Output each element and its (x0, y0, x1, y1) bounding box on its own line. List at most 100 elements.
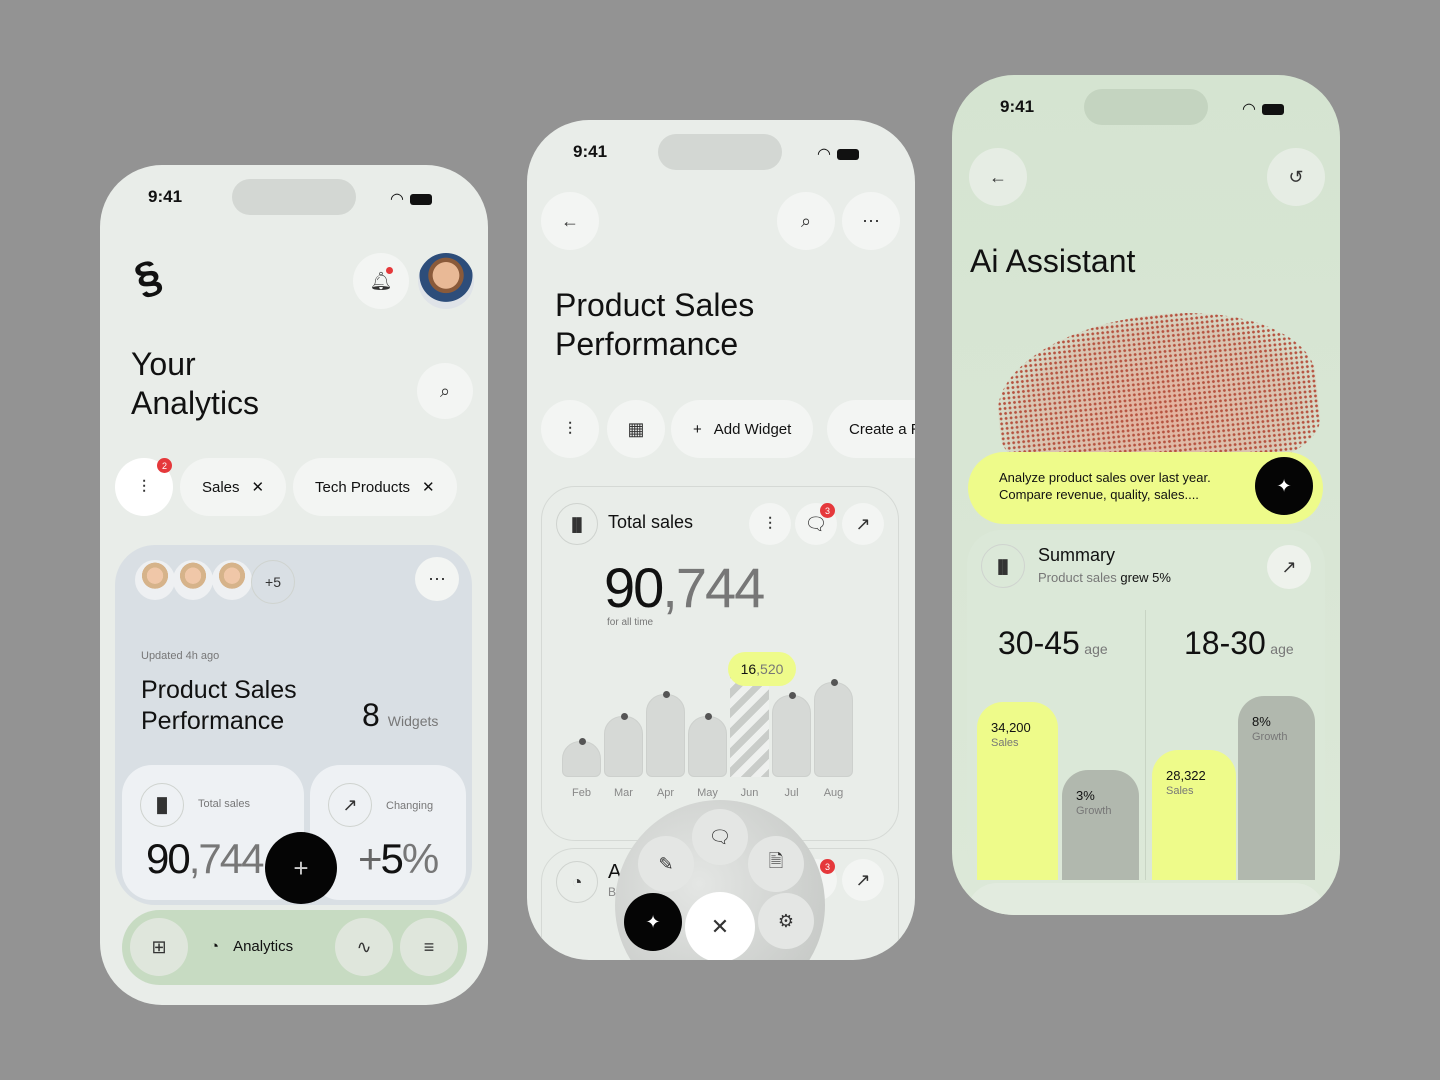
phone-analytics: 9:41 ◠ § 🔔︎ Your Analytics ⌕ ⫶ 2 Sales ✕ Te… (100, 165, 488, 1005)
expand-button[interactable]: ↗ (1267, 545, 1311, 589)
add-widget-button[interactable]: + Add Widget (671, 400, 814, 458)
close-icon[interactable]: ✕ (422, 478, 435, 496)
chart-point (704, 713, 712, 721)
chip-label: Tech Products (315, 478, 411, 496)
search-button[interactable]: ⌕ (417, 363, 473, 419)
database-icon: ≡ (423, 936, 435, 957)
arrow-up-right-icon: ↗ (1281, 556, 1297, 577)
expand-button[interactable]: ↗ (842, 859, 884, 901)
card-title: Product Sales Performance (141, 676, 297, 735)
growth-bar-18-30: 8% Growth (1238, 696, 1315, 880)
filter-button[interactable]: ⫶ (749, 503, 791, 545)
summary-card: ▐▌ Summary Product sales grew 5% ↗ 30-45… (967, 530, 1325, 880)
history-button[interactable]: ↺ (1267, 148, 1325, 206)
filter-badge: 2 (157, 458, 172, 473)
avatar (212, 560, 252, 600)
more-members[interactable]: +5 (251, 560, 295, 604)
back-button[interactable]: ← (969, 148, 1027, 206)
chip-tech-products[interactable]: Tech Products ✕ (293, 458, 457, 516)
card-title: Total sales (608, 512, 694, 532)
updated-label: Updated 4h ago (141, 650, 220, 662)
phone-product-sales: 9:41 ◠ ← ⌕ ⋯ Product Sales Performance ⫶ … (527, 120, 915, 960)
close-icon[interactable]: ✕ (252, 478, 265, 496)
page-title: Ai Assistant (970, 243, 1136, 279)
settings-button[interactable]: ⚙ (758, 893, 814, 949)
dynamic-island (1084, 89, 1208, 125)
bar-chart-icon: ▐▌ (140, 783, 184, 827)
total-sales-value: 90,744 (604, 556, 765, 619)
summary-title: Summary (1038, 545, 1116, 565)
sales-bar-30-45: 34,200 Sales (977, 702, 1058, 880)
chart-bar-jul[interactable] (772, 692, 811, 777)
wifi-icon: ◠ (1242, 101, 1256, 118)
chat-icon: 🗨︎ (708, 826, 732, 847)
pie-chart-icon: ◔ (556, 861, 598, 903)
nav-analytics[interactable]: ◔ Analytics (210, 938, 293, 955)
dynamic-island (232, 179, 356, 215)
chip-sales[interactable]: Sales ✕ (180, 458, 287, 516)
search-icon: ⌕ (800, 210, 812, 231)
filter-button[interactable]: ⫶ (541, 400, 599, 458)
status-icons: ◠ (390, 189, 432, 209)
status-time: 9:41 (573, 142, 608, 161)
widgets-count: 8 Widgets (362, 697, 439, 733)
calendar-button[interactable]: ▦ (607, 400, 665, 458)
back-button[interactable]: ← (541, 192, 599, 250)
chart-bar-apr[interactable] (646, 690, 685, 777)
next-card (967, 883, 1325, 915)
nav-grid[interactable]: ⊞ (130, 918, 188, 976)
page-title: Product Sales Performance (555, 287, 755, 362)
avatar[interactable] (418, 253, 474, 309)
total-sales-card: ▐▌ Total sales ⫶ 🗨︎ 3 ↗ 90,744 for all ti… (541, 486, 899, 841)
chart-bar-feb[interactable] (562, 738, 601, 777)
brush-button[interactable]: ✎ (638, 836, 694, 892)
chart-bar-aug[interactable] (814, 679, 853, 777)
chart-point (788, 692, 796, 700)
close-menu-button[interactable]: ✕ (685, 892, 755, 960)
page-title: Your Analytics (131, 346, 260, 421)
x-tick-label: Mar (614, 787, 633, 799)
expand-button[interactable]: ↗ (842, 503, 884, 545)
total-sales-value: 90,744 (146, 835, 264, 882)
status-icons: ◠ (817, 144, 859, 164)
search-button[interactable]: ⌕ (777, 192, 835, 250)
history-icon: ↺ (1288, 166, 1304, 187)
nav-activity[interactable]: ∿ (335, 918, 393, 976)
avatar (173, 560, 213, 600)
more-button[interactable]: ⋯ (842, 192, 900, 250)
grid-icon: ⊞ (151, 936, 167, 957)
bar-chart-icon: ▐▌ (981, 544, 1025, 588)
wifi-icon: ◠ (390, 191, 404, 208)
chart-bar-mar[interactable] (604, 713, 643, 777)
create-report-button[interactable]: Create a R (827, 400, 915, 458)
generate-button[interactable]: ✦ (1255, 457, 1313, 515)
x-tick-label: Aug (823, 787, 844, 799)
report-icon: 🗎︎ (768, 851, 784, 871)
logo: § (128, 250, 168, 305)
arrow-left-icon: ← (989, 166, 1007, 187)
avatar (135, 560, 175, 600)
notifications-button[interactable]: 🔔︎ (353, 253, 409, 309)
brush-icon: ✎ (658, 853, 674, 874)
report-button[interactable]: 🗎︎ (748, 836, 804, 892)
battery-icon (1261, 103, 1284, 115)
arrow-up-right-icon: ↗ (855, 513, 871, 534)
chart-bar-may[interactable] (688, 713, 727, 777)
status-time: 9:41 (1000, 97, 1035, 116)
more-button[interactable]: ⋯ (415, 557, 459, 601)
dynamic-island (658, 134, 782, 170)
filter-icon: ⫶ (767, 513, 773, 534)
filter-button[interactable]: ⫶ 2 (115, 458, 173, 516)
sales-bar-18-30: 28,322 Sales (1152, 750, 1236, 880)
calendar-icon: ▦ (627, 418, 645, 439)
nav-label: Analytics (233, 938, 294, 955)
magic-button[interactable]: ✦ (624, 893, 682, 951)
chat-button[interactable]: 🗨︎ (692, 809, 748, 865)
battery-icon (409, 193, 432, 205)
x-tick-label: Jun (740, 787, 759, 799)
add-button[interactable]: + (265, 832, 337, 904)
nav-database[interactable]: ≡ (400, 918, 458, 976)
changing-value: +5% (358, 835, 439, 882)
comments-button[interactable]: 🗨︎ 3 (795, 503, 837, 545)
chip-label: Sales (202, 478, 240, 496)
